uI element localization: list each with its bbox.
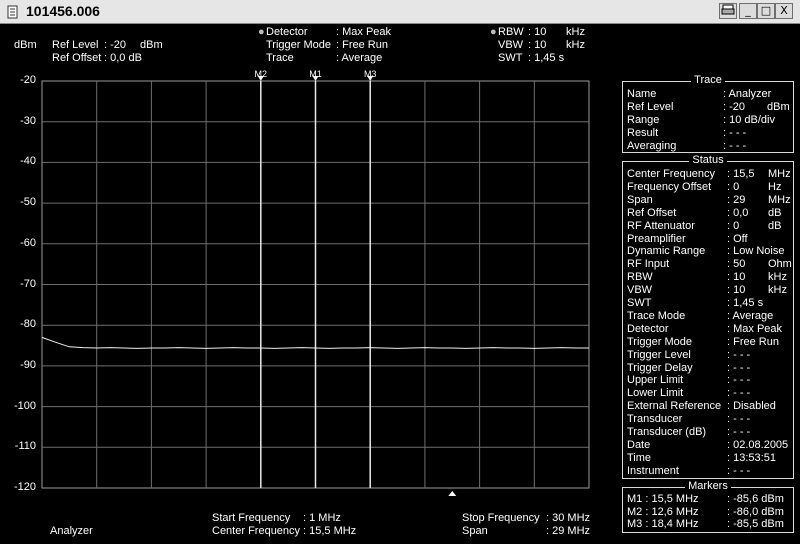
trace-panel-title: Trace <box>691 74 725 86</box>
status-panel-row-label: Dynamic Range <box>627 245 706 258</box>
status-panel-row-label: Ref Offset <box>627 206 677 219</box>
stop-frequency-label: Stop Frequency <box>462 512 540 524</box>
status-panel-row-label: Detector <box>627 322 669 335</box>
status-panel-title: Status <box>689 154 727 166</box>
status-panel-row-label: Center Frequency <box>627 168 716 180</box>
marker-label: M3 <box>364 69 377 79</box>
status-panel-row-label: Instrument <box>627 464 679 477</box>
status-panel-row-label: RBW <box>627 271 653 284</box>
marker-label: M1 <box>309 69 322 79</box>
status-panel-row-unit: MHz <box>768 193 791 206</box>
status-panel: Status Center Frequency : 15,5 MHz Frequenc… <box>622 154 794 479</box>
status-panel-row-label: Transducer <box>627 413 683 426</box>
status-panel-row-label: RF Attenuator <box>627 219 695 232</box>
stop-frequency-value: : 30 MHz <box>546 512 591 524</box>
status-panel-row-value: : 10 <box>727 271 746 284</box>
status-panel-row-label: Lower Limit <box>627 387 684 400</box>
status-panel-row-value: : 50 <box>727 258 746 271</box>
status-panel-row-label: Time <box>627 451 652 464</box>
status-panel-row-value: : 13:53:51 <box>727 451 776 464</box>
marker-label: M2 <box>255 69 268 79</box>
status-panel-row-label: RF Input <box>627 258 670 271</box>
status-panel-row-value: : 1,45 s <box>727 297 764 309</box>
trace-panel: Trace Name : Analyzer Ref Level : -20 dBm Ran… <box>622 74 794 153</box>
status-panel-row-unit: Ohm <box>768 258 792 271</box>
marker-row-name: M2 : 12,6 MHz <box>627 505 699 518</box>
status-panel-row-value: : 0 <box>727 219 740 232</box>
trace-panel-row-unit: dBm <box>767 100 790 113</box>
trace-panel-row-value: : - - - <box>723 139 747 152</box>
status-panel-row-value: : 0 <box>727 180 740 193</box>
status-panel-row-unit: dB <box>768 219 782 232</box>
trace-panel-row-label: Range <box>627 113 660 126</box>
center-frequency-value: : 15,5 MHz <box>303 525 357 537</box>
marker-row-name: M3 : 18,4 MHz <box>627 518 699 530</box>
trace-panel-row-label: Ref Level <box>627 100 674 113</box>
status-panel-row-label: Upper Limit <box>627 374 684 387</box>
status-panel-row-value: : - - - <box>727 387 751 400</box>
status-panel-row-label: Trigger Level <box>627 348 691 361</box>
status-panel-row-label: Trigger Mode <box>627 335 693 348</box>
trace-name-label: Analyzer <box>50 525 93 537</box>
trace-panel-row-value: : Analyzer <box>723 88 772 100</box>
status-panel-row-label: External Reference <box>627 400 722 413</box>
status-panel-row-value: : - - - <box>727 426 751 438</box>
marker-row-value: : -85,5 dBm <box>727 518 784 530</box>
status-panel-row-label: Frequency Offset <box>627 180 712 193</box>
marker-row-value: : -86,0 dBm <box>727 505 784 518</box>
status-panel-row-value: : - - - <box>727 348 751 361</box>
status-panel-row-value: : 10 <box>727 284 746 297</box>
span-label: Span <box>462 525 488 537</box>
status-panel-row-value: : 02.08.2005 <box>727 438 789 451</box>
trace-panel-row-label: Result <box>627 126 659 139</box>
status-panel-row-value: : Off <box>727 232 748 245</box>
status-panel-row-label: Trigger Delay <box>627 361 693 374</box>
status-panel-row-value: : Disabled <box>727 400 776 413</box>
status-panel-row-value: : Average <box>727 309 774 322</box>
trace-panel-row-value: : - - - <box>723 126 747 139</box>
scroll-indicator-icon <box>448 491 457 496</box>
center-frequency-label: Center Frequency <box>212 525 301 537</box>
status-panel-row-value: : - - - <box>727 413 751 426</box>
span-value: : 29 MHz <box>546 525 591 537</box>
start-frequency-value: : 1 MHz <box>303 512 341 524</box>
marker-row-value: : -85,6 dBm <box>727 493 784 505</box>
status-panel-row-unit: dB <box>768 206 782 219</box>
marker-row-name: M1 : 15,5 MHz <box>627 493 699 505</box>
start-frequency-label: Start Frequency <box>212 512 291 524</box>
status-panel-row-label: Transducer (dB) <box>627 426 707 438</box>
status-panel-row-unit: Hz <box>768 180 782 193</box>
trace-panel-row-value: : -20 <box>723 100 746 113</box>
status-panel-row-label: Span <box>627 193 653 206</box>
status-panel-row-value: : Low Noise <box>727 245 785 258</box>
status-panel-row-value: : - - - <box>727 464 751 477</box>
status-panel-row-value: : 15,5 <box>727 168 755 180</box>
status-panel-row-value: : 0,0 <box>727 206 749 219</box>
status-panel-row-value: : Free Run <box>727 335 779 348</box>
status-panel-row-label: SWT <box>627 297 652 309</box>
status-panel-row-label: Trace Mode <box>627 309 686 322</box>
markers-panel-title: Markers <box>685 480 731 492</box>
status-panel-row-label: VBW <box>627 284 653 297</box>
status-panel-row-value: : - - - <box>727 361 751 374</box>
trace-panel-row-label: Averaging <box>627 139 677 152</box>
status-panel-row-unit: kHz <box>768 284 787 297</box>
status-panel-row-unit: kHz <box>768 271 787 284</box>
status-panel-row-value: : Max Peak <box>727 322 783 335</box>
status-panel-row-label: Preamplifier <box>627 232 686 245</box>
analyzer-window: 101456.006 _ □ X dBm Ref Level : -20 dBm… <box>0 0 800 544</box>
markers-panel: Markers M1 : 15,5 MHz : -85,6 dBm M2 : 12,… <box>622 480 794 533</box>
status-panel-row-value: : - - - <box>727 374 751 387</box>
status-panel-row-label: Date <box>627 438 651 451</box>
trace-panel-row-label: Name <box>627 88 657 100</box>
status-panel-row-unit: MHz <box>768 168 791 180</box>
status-panel-row-value: : 29 <box>727 193 746 206</box>
trace-panel-row-value: : 10 dB/div <box>723 113 775 126</box>
